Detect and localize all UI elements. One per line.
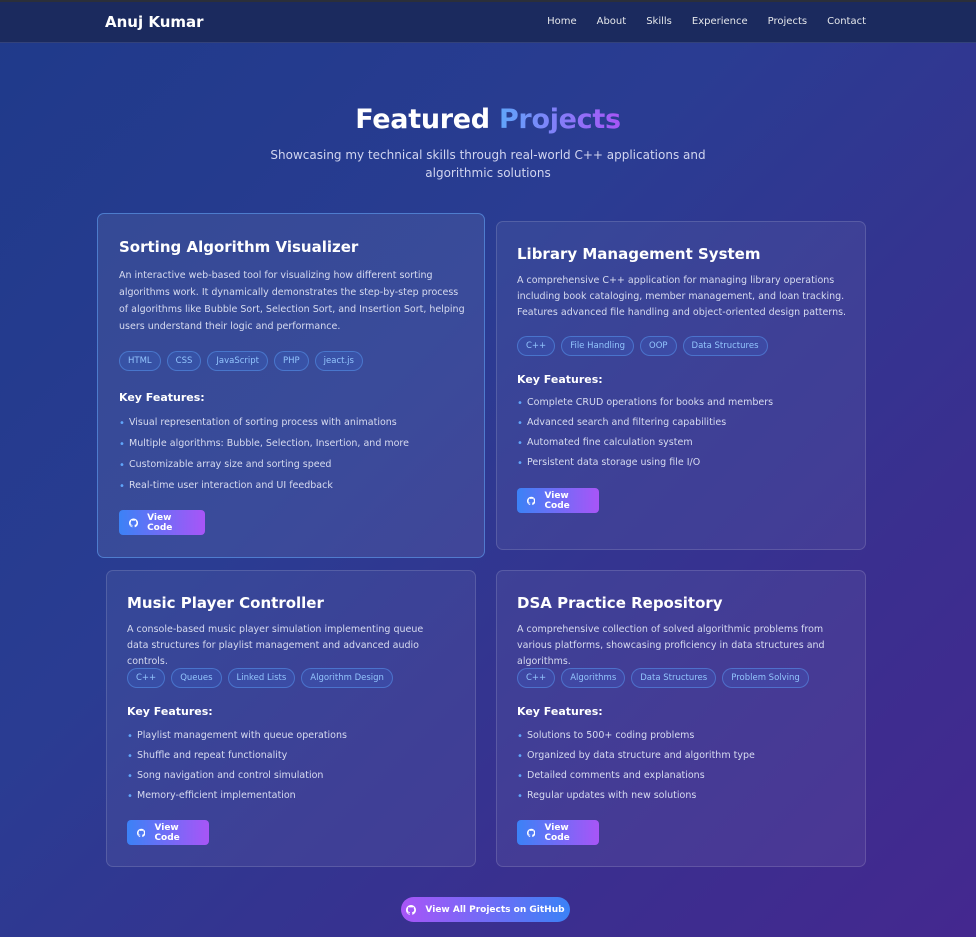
tag: HTML bbox=[119, 351, 161, 371]
feature-item: Advanced search and filtering capabiliti… bbox=[517, 413, 773, 434]
feature-item: Automated fine calculation system bbox=[517, 433, 773, 454]
tech-tags: HTML CSS JavaScript PHP jeact.js bbox=[119, 351, 363, 371]
tech-tags: C++ Queues Linked Lists Algorithm Design bbox=[127, 668, 393, 688]
section-title-accent: Projects bbox=[498, 104, 621, 135]
tag: CSS bbox=[166, 351, 202, 371]
view-code-label: View Code bbox=[147, 512, 173, 533]
feature-list: Solutions to 500+ coding problems Organi… bbox=[517, 726, 755, 807]
tag: File Handling bbox=[561, 336, 635, 356]
section-title: Featured Projects bbox=[0, 104, 976, 135]
feature-item: Shuffle and repeat functionality bbox=[127, 746, 347, 767]
feature-item: Song navigation and control simulation bbox=[127, 766, 347, 787]
feature-item: Memory-efficient implementation bbox=[127, 786, 347, 807]
tag: Data Structures bbox=[682, 336, 768, 356]
feature-item: Organized by data structure and algorith… bbox=[517, 746, 755, 767]
feature-list: Playlist management with queue operation… bbox=[127, 726, 347, 807]
project-description: An interactive web-based tool for visual… bbox=[119, 270, 465, 332]
feature-item: Regular updates with new solutions bbox=[517, 786, 755, 807]
feature-item: Persistent data storage using file I/O bbox=[517, 453, 773, 474]
section-title-main: Featured bbox=[355, 104, 490, 135]
tech-tags: C++ Algorithms Data Structures Problem S… bbox=[517, 668, 809, 688]
tag: Data Structures bbox=[631, 668, 717, 688]
github-icon bbox=[129, 517, 139, 527]
tag: Algorithms bbox=[561, 668, 626, 688]
tech-tags: C++ File Handling OOP Data Structures bbox=[517, 336, 768, 356]
nav-links: Home About Skills Experience Projects Co… bbox=[547, 16, 866, 27]
project-title: DSA Practice Repository bbox=[517, 594, 723, 612]
tag: Queues bbox=[171, 668, 222, 688]
navbar: Anuj Kumar Home About Skills Experience … bbox=[0, 2, 976, 43]
tag: PHP bbox=[274, 351, 309, 371]
view-code-button[interactable]: View Code bbox=[517, 820, 599, 845]
view-code-button[interactable]: View Code bbox=[517, 488, 599, 513]
view-code-button[interactable]: View Code bbox=[119, 510, 205, 535]
view-code-label: View Code bbox=[154, 822, 180, 843]
github-icon bbox=[406, 904, 417, 915]
view-all-label: View All Projects on GitHub bbox=[425, 904, 565, 915]
key-features-heading: Key Features: bbox=[517, 705, 603, 718]
project-card-dsa-repository[interactable]: DSA Practice Repository A comprehensive … bbox=[496, 570, 866, 867]
feature-item: Complete CRUD operations for books and m… bbox=[517, 393, 773, 414]
key-features-heading: Key Features: bbox=[119, 391, 205, 404]
feature-item: Visual representation of sorting process… bbox=[119, 412, 409, 434]
feature-list: Visual representation of sorting process… bbox=[119, 412, 409, 497]
github-icon bbox=[527, 496, 536, 505]
project-card-sorting-visualizer[interactable]: Sorting Algorithm Visualizer An interact… bbox=[97, 213, 485, 558]
view-code-label: View Code bbox=[544, 822, 570, 843]
tag: C++ bbox=[127, 668, 166, 688]
tag: jeact.js bbox=[314, 351, 363, 371]
nav-experience[interactable]: Experience bbox=[692, 16, 748, 27]
feature-item: Real-time user interaction and UI feedba… bbox=[119, 475, 409, 497]
feature-item: Customizable array size and sorting spee… bbox=[119, 454, 409, 476]
feature-item: Solutions to 500+ coding problems bbox=[517, 726, 755, 747]
nav-skills[interactable]: Skills bbox=[646, 16, 672, 27]
project-title: Library Management System bbox=[517, 245, 761, 263]
tag: Linked Lists bbox=[227, 668, 296, 688]
view-all-github-button[interactable]: View All Projects on GitHub bbox=[401, 897, 570, 922]
nav-contact[interactable]: Contact bbox=[827, 16, 866, 27]
tag: OOP bbox=[640, 336, 677, 356]
nav-projects[interactable]: Projects bbox=[768, 16, 807, 27]
view-code-label: View Code bbox=[544, 490, 570, 511]
feature-item: Multiple algorithms: Bubble, Selection, … bbox=[119, 433, 409, 455]
tag: JavaScript bbox=[207, 351, 268, 371]
tag: C++ bbox=[517, 336, 556, 356]
project-description: A comprehensive C++ application for mana… bbox=[517, 275, 847, 318]
view-code-button[interactable]: View Code bbox=[127, 820, 209, 845]
project-card-library-management[interactable]: Library Management System A comprehensiv… bbox=[496, 221, 866, 550]
feature-item: Playlist management with queue operation… bbox=[127, 726, 347, 747]
project-description: A comprehensive collection of solved alg… bbox=[517, 624, 825, 667]
github-icon bbox=[527, 828, 536, 837]
tag: Problem Solving bbox=[722, 668, 809, 688]
brand-logo[interactable]: Anuj Kumar bbox=[105, 13, 204, 31]
project-card-music-player[interactable]: Music Player Controller A console-based … bbox=[106, 570, 476, 867]
project-title: Sorting Algorithm Visualizer bbox=[119, 238, 359, 256]
tag: Algorithm Design bbox=[301, 668, 393, 688]
feature-list: Complete CRUD operations for books and m… bbox=[517, 393, 773, 474]
key-features-heading: Key Features: bbox=[127, 705, 213, 718]
nav-home[interactable]: Home bbox=[547, 16, 577, 27]
feature-item: Detailed comments and explanations bbox=[517, 766, 755, 787]
nav-about[interactable]: About bbox=[597, 16, 627, 27]
tag: C++ bbox=[517, 668, 556, 688]
github-icon bbox=[137, 828, 146, 837]
key-features-heading: Key Features: bbox=[517, 373, 603, 386]
project-title: Music Player Controller bbox=[127, 594, 324, 612]
section-subtitle: Showcasing my technical skills through r… bbox=[270, 148, 706, 180]
project-description: A console-based music player simulation … bbox=[127, 624, 424, 667]
